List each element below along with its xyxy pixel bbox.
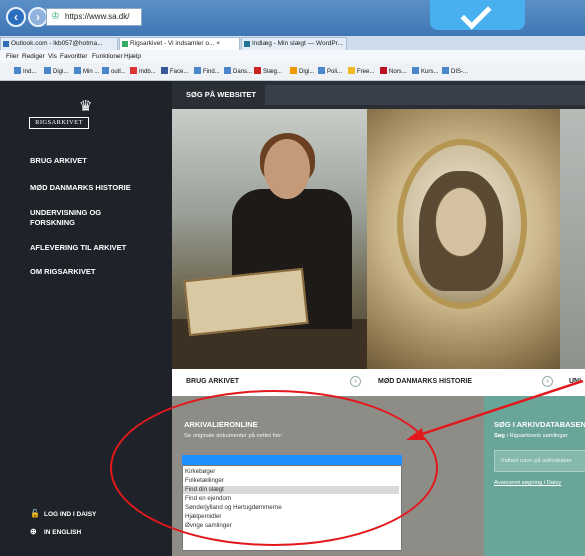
annotation-ellipse [110,390,438,546]
favorite-item[interactable]: Ind... [14,63,36,81]
menu-hjaelp[interactable]: Hjælp [124,50,141,63]
bookmark-icon [254,67,261,74]
menu-filer[interactable]: Filer [6,50,19,63]
bookmark-icon [442,67,449,74]
favorite-item[interactable]: Dans... [224,63,252,81]
menu-funktioner[interactable]: Funktioner [92,50,123,63]
bookmark-icon [224,67,231,74]
historic-portrait-photo[interactable] [367,109,560,369]
tab-wordpress[interactable]: Indlæg - Min slægt — WordPr... [241,37,347,50]
favorite-item[interactable]: Find... [194,63,220,81]
browser-tabs: Outlook.com - lkb057@hotma... Rigsarkive… [0,36,585,50]
section-brug-arkivet[interactable]: BRUG ARKIVET [186,378,239,385]
bookmark-icon [194,67,201,74]
advanced-search-daisy-link[interactable]: Avanceret søgning i Daisy [494,480,561,486]
favorite-item[interactable]: outl... [102,63,126,81]
tab-outlook[interactable]: Outlook.com - lkb057@hotma... [0,37,118,50]
favorite-item[interactable]: Nors... [380,63,407,81]
favorite-item[interactable]: Face... [161,63,188,81]
favorite-item[interactable]: Slæg... [254,63,282,81]
site-search-input[interactable] [265,85,585,105]
bookmark-icon [290,67,297,74]
outlook-icon [3,41,9,47]
menu-rediger[interactable]: Rediger [22,50,45,63]
download-chevron-overlay[interactable] [430,0,525,30]
tab-rigsarkivet[interactable]: Rigsarkivet - Vi indsamler o... × [119,37,240,50]
log-ind-daisy-link[interactable]: 🔓 LOG IND I DAISY [30,509,96,520]
favorites-bar: Ind... Digi... Min ... outl... Indb... F… [0,63,585,81]
bookmark-icon [380,67,387,74]
nav-aflevering-til-arkivet[interactable]: AFLEVERING TIL ARKIVET [30,243,150,253]
annotation-arrow-icon [406,379,584,440]
lock-icon: 🔓 [30,509,40,518]
address-bar[interactable]: ♔ https://www.sa.dk/ [46,8,142,26]
crown-favicon-icon [122,41,128,47]
facebook-icon [161,67,168,74]
favorite-item[interactable]: Kurs... [412,63,438,81]
menu-vis[interactable]: Vis [48,50,57,63]
gmail-icon [130,67,137,74]
archive-reader-photo[interactable] [172,109,367,369]
browser-menubar: Filer Rediger Vis Favoritter Funktioner … [0,50,585,63]
favorite-item[interactable]: Digi... [290,63,314,81]
bookmark-icon [412,67,419,74]
back-icon[interactable]: ‹ [6,7,26,27]
chevron-down-icon [460,0,492,30]
third-photo-partial[interactable] [560,109,585,369]
nav-om-rigsarkivet[interactable]: OM RIGSARKIVET [30,267,150,277]
nav-mod-danmarks-historie[interactable]: MØD DANMARKS HISTORIE [30,183,150,193]
address-url: https://www.sa.dk/ [65,12,130,21]
site-favicon-icon: ♔ [51,11,60,22]
search-label: SØG PÅ WEBSITET [186,90,257,99]
favorite-item[interactable]: Poli... [318,63,342,81]
browser-chrome: ‹ › ♔ https://www.sa.dk/ Outlook.com - l… [0,0,585,81]
bookmark-icon [74,67,81,74]
bookmark-icon [348,67,355,74]
crown-icon: ♛ [79,98,93,115]
forward-icon[interactable]: › [28,7,48,27]
logo-wordmark: RIGSARKIVET [29,117,89,129]
favorite-item[interactable]: Min ... [74,63,99,81]
bookmark-icon [318,67,325,74]
in-english-link[interactable]: ⊕ IN ENGLISH [30,527,81,538]
favorite-item[interactable]: Digi... [44,63,68,81]
favorite-item[interactable]: DIS-... [442,63,468,81]
wordpress-icon [244,41,250,47]
globe-icon: ⊕ [30,527,37,536]
screenshot-root: ‹ › ♔ https://www.sa.dk/ Outlook.com - l… [0,0,585,556]
favorite-item[interactable]: Free... [348,63,374,81]
rigsarkivet-logo[interactable]: ♛ RIGSARKIVET [29,99,144,129]
browser-toolbar: ‹ › ♔ https://www.sa.dk/ [0,0,585,36]
bookmark-icon [14,67,21,74]
nav-undervisning-og-forskning[interactable]: UNDERVISNING OG FORSKNING [30,208,120,228]
bookmark-icon [102,67,109,74]
chevron-right-icon[interactable]: › [350,376,361,387]
bookmark-icon [44,67,51,74]
menu-favoritter[interactable]: Favoritter [60,50,87,63]
nav-brug-arkivet[interactable]: BRUG ARKIVET [30,156,150,166]
arkivskaber-search-input[interactable]: Indtast navn på arkivskaber [494,450,585,472]
hero-images [172,109,585,369]
favorite-item[interactable]: Indb... [130,63,156,81]
site-search-strip: SØG PÅ WEBSITET [172,81,585,109]
